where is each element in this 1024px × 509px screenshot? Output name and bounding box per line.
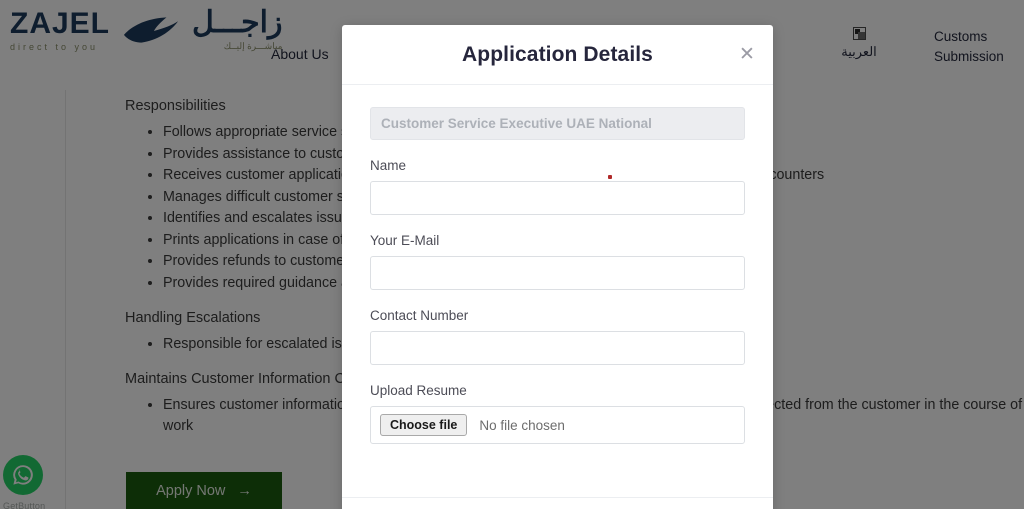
file-input-wrapper[interactable]: Choose file No file chosen [370,406,745,444]
position-input [370,107,745,140]
cursor-indicator-dot [608,175,612,179]
page-root: ZAJEL direct to you زاجـــل مباشـــرة إل… [0,0,1024,509]
upload-resume-label: Upload Resume [370,383,467,398]
contact-number-label: Contact Number [370,308,469,323]
modal-body: Name Your E-Mail Contact Number Upload R… [342,85,773,497]
file-status-text: No file chosen [479,417,565,433]
field-contact-number: Contact Number [370,308,745,365]
field-position [370,107,745,140]
field-name: Name [370,158,745,215]
field-upload-resume: Upload Resume Choose file No file chosen [370,383,745,444]
application-details-modal: Application Details ✕ Name Your E-Mail C… [342,25,773,509]
choose-file-button[interactable]: Choose file [380,414,468,436]
modal-title: Application Details [462,42,653,66]
field-email: Your E-Mail [370,233,745,290]
contact-number-input[interactable] [370,331,745,365]
email-input[interactable] [370,256,745,290]
name-input[interactable] [370,181,745,215]
name-label: Name [370,158,407,173]
email-label: Your E-Mail [370,233,440,248]
modal-header: Application Details ✕ [342,25,773,85]
modal-footer [342,497,773,509]
close-icon[interactable]: ✕ [734,41,760,67]
